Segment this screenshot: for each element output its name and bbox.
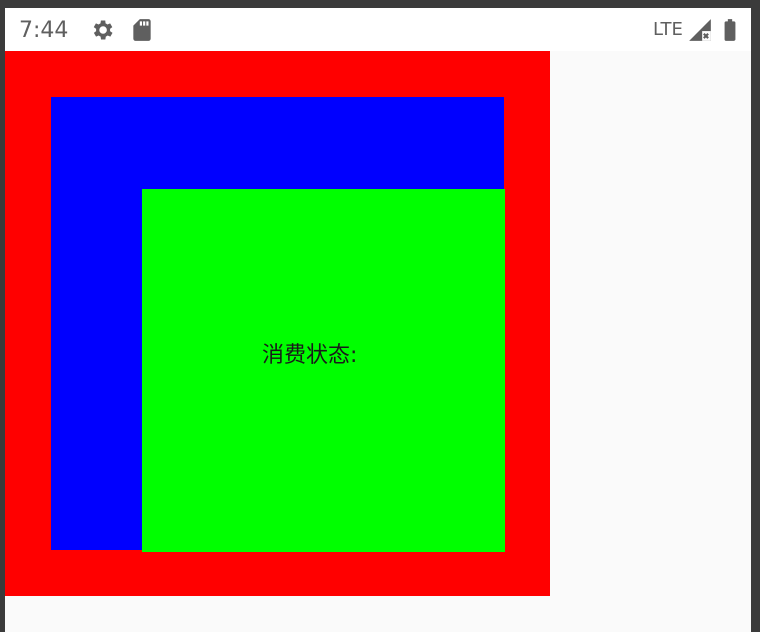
device-screen: 7:44 LTE 消费状态: — [5, 8, 751, 632]
gear-icon — [89, 17, 115, 43]
inner-green-box: 消费状态: — [142, 189, 505, 552]
status-bar: 7:44 LTE — [5, 8, 751, 51]
outer-red-box: 消费状态: — [5, 51, 550, 596]
network-type: LTE — [653, 19, 683, 40]
battery-icon — [717, 17, 743, 43]
consumption-status-label: 消费状态: — [262, 343, 358, 368]
middle-blue-box: 消费状态: — [51, 97, 505, 552]
main-content: 消费状态: — [5, 51, 751, 632]
sd-card-icon — [129, 17, 155, 43]
status-time: 7:44 — [19, 18, 69, 43]
signal-icon — [687, 17, 713, 43]
